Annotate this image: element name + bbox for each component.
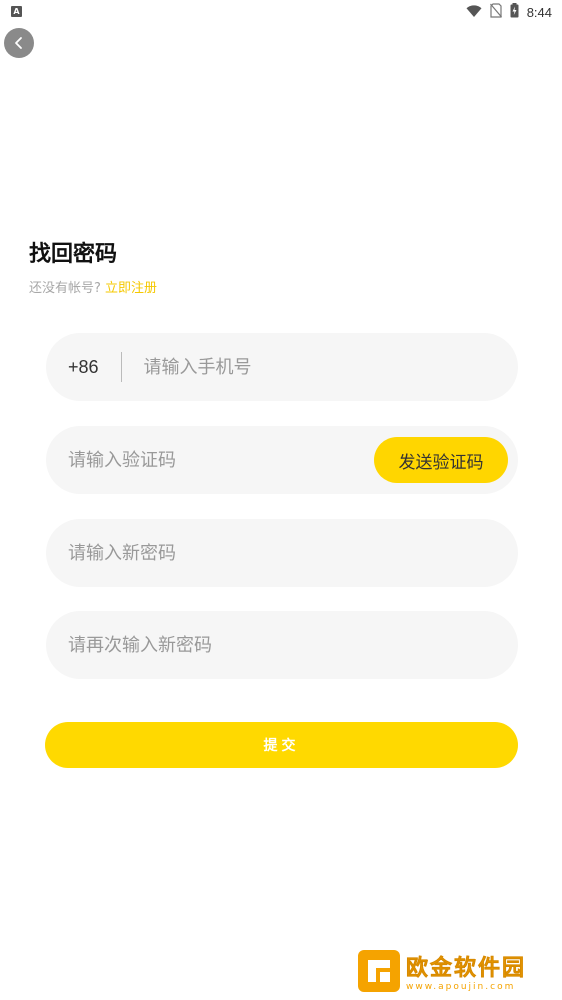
find-password-screen: A 8:44 找回密码 还没有帐号? 立即注册 +86 发送验证码 bbox=[0, 0, 562, 1000]
status-right-group: 8:44 bbox=[466, 2, 552, 22]
watermark: 欧金软件园 www.apoujin.com bbox=[358, 948, 554, 994]
submit-button[interactable]: 提交 bbox=[45, 722, 518, 768]
confirm-password-field bbox=[46, 611, 518, 679]
phone-input[interactable] bbox=[143, 347, 444, 387]
verification-code-input[interactable] bbox=[68, 440, 348, 480]
status-time: 8:44 bbox=[526, 4, 552, 20]
field-divider bbox=[120, 352, 122, 382]
phone-field: +86 bbox=[46, 333, 518, 401]
register-link[interactable]: 立即注册 bbox=[105, 281, 157, 296]
send-code-button[interactable]: 发送验证码 bbox=[374, 437, 508, 483]
new-password-field bbox=[46, 519, 518, 587]
page-title: 找回密码 bbox=[29, 242, 118, 267]
watermark-text: 欧金软件园 www.apoujin.com bbox=[406, 950, 526, 992]
notification-a-icon: A bbox=[11, 6, 22, 17]
register-prompt: 还没有帐号? 立即注册 bbox=[29, 277, 157, 296]
chevron-left-icon bbox=[15, 37, 22, 49]
confirm-password-input[interactable] bbox=[68, 625, 488, 665]
register-prompt-text: 还没有帐号? bbox=[29, 281, 101, 296]
battery-charging-icon bbox=[510, 2, 519, 22]
back-button[interactable] bbox=[4, 28, 34, 58]
no-sim-icon bbox=[489, 2, 502, 22]
watermark-logo-icon bbox=[358, 950, 400, 992]
watermark-url: www.apoujin.com bbox=[406, 982, 516, 992]
watermark-title: 欧金软件园 bbox=[406, 956, 527, 982]
status-bar: A 8:44 bbox=[0, 0, 562, 24]
verification-code-field: 发送验证码 bbox=[46, 426, 518, 494]
wifi-icon bbox=[466, 3, 482, 22]
country-code[interactable]: +86 bbox=[68, 357, 99, 378]
new-password-input[interactable] bbox=[68, 533, 488, 573]
